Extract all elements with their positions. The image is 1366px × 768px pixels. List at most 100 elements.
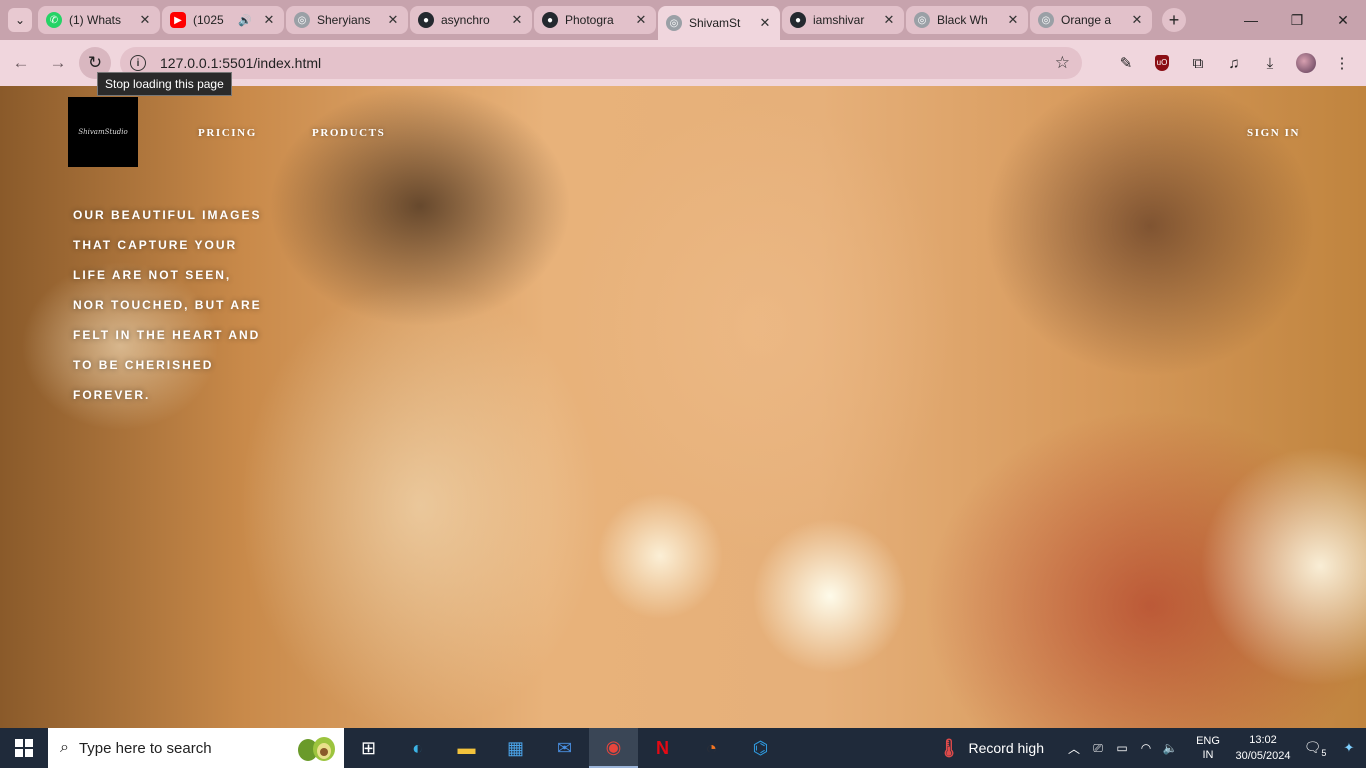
site-logo[interactable]: ShivamStudio — [68, 97, 138, 167]
tab-blackwhite[interactable]: ◎ Black Wh ✕ — [906, 6, 1028, 34]
speaker-icon[interactable]: 🔊 — [238, 14, 252, 27]
profile-avatar[interactable] — [1288, 47, 1324, 79]
hero-line: OUR BEAUTIFUL IMAGES — [73, 208, 262, 222]
tab-title: Sheryians — [317, 13, 371, 27]
media-control-icon[interactable]: ♫ — [1216, 47, 1252, 79]
close-icon[interactable]: ✕ — [882, 12, 896, 28]
search-icon: ⌕ — [60, 739, 69, 756]
new-tab-button[interactable]: + — [1162, 8, 1186, 32]
nav-products[interactable]: PRODUCTS — [312, 127, 385, 139]
minimize-button[interactable]: — — [1228, 0, 1274, 40]
tab-whatsapp[interactable]: ✆ (1) Whats ✕ — [38, 6, 160, 34]
chevron-down-icon: ⌄ — [14, 13, 26, 27]
weather-text: Record high — [968, 740, 1045, 756]
hero-line: FOREVER. — [73, 388, 151, 402]
tab-asynchro[interactable]: ● asynchro ✕ — [410, 6, 532, 34]
menu-icon[interactable]: ⋮ — [1324, 47, 1360, 79]
hero-tagline: OUR BEAUTIFUL IMAGES THAT CAPTURE YOUR L… — [73, 200, 273, 410]
site-info-icon[interactable]: i — [130, 55, 146, 71]
url-text[interactable]: 127.0.0.1:5501/index.html — [160, 55, 321, 71]
hero-line: TO BE CHERISHED — [73, 358, 214, 372]
arrow-left-icon: ← — [12, 53, 30, 72]
tab-photogra[interactable]: ● Photogra ✕ — [534, 6, 656, 34]
notification-count: 5 — [1321, 747, 1327, 758]
download-icon[interactable]: ⤓ — [1252, 47, 1288, 79]
tab-title: iamshivar — [813, 13, 865, 27]
tab-title: (1025 — [193, 13, 224, 27]
eyedropper-icon[interactable]: ✎ — [1108, 47, 1144, 79]
thermometer-icon: 🌡 — [937, 737, 961, 758]
tab-youtube[interactable]: ▶ (1025 🔊 ✕ — [162, 6, 284, 34]
language-indicator[interactable]: ENG IN — [1188, 734, 1228, 762]
start-button[interactable] — [0, 728, 48, 768]
camera-icon[interactable]: ⎚ — [1086, 741, 1110, 756]
netflix-icon[interactable]: N — [638, 728, 687, 768]
taskbar-search[interactable]: ⌕ Type here to search — [48, 728, 344, 768]
notification-button[interactable]: 🗨5 — [1298, 739, 1332, 758]
hero-line: FELT IN THE HEART AND — [73, 328, 261, 342]
nav-sign-in[interactable]: SIGN IN — [1247, 127, 1300, 139]
close-icon[interactable]: ✕ — [138, 12, 152, 28]
tab-search-button[interactable]: ⌄ — [8, 8, 32, 32]
tab-title: ShivamSt — [689, 16, 741, 30]
time: 13:02 — [1249, 734, 1277, 746]
globe-icon: ◎ — [1038, 12, 1054, 28]
crunchyroll-icon[interactable]: ◔ — [687, 728, 736, 768]
reload-icon: ↻ — [87, 53, 103, 72]
task-view-icon[interactable]: ⊞ — [344, 728, 393, 768]
reload-tooltip: Stop loading this page — [97, 72, 232, 96]
close-icon[interactable]: ✕ — [386, 12, 400, 28]
github-icon: ● — [418, 12, 434, 28]
github-icon: ● — [790, 12, 806, 28]
tab-title: Photogra — [565, 13, 614, 27]
hero-line: LIFE ARE NOT SEEN, — [73, 268, 232, 282]
close-icon[interactable]: ✕ — [758, 15, 772, 31]
search-placeholder: Type here to search — [78, 739, 212, 757]
file-explorer-icon[interactable]: ▬ — [442, 728, 491, 768]
date: 30/05/2024 — [1235, 750, 1291, 762]
battery-icon[interactable]: ▭ — [1110, 741, 1134, 755]
tab-iamshivam[interactable]: ● iamshivar ✕ — [782, 6, 904, 34]
windows-logo-icon — [15, 739, 33, 757]
vscode-icon[interactable]: ⌬ — [736, 728, 785, 768]
extensions-icon[interactable]: ⧉ — [1180, 47, 1216, 79]
copilot-icon[interactable]: ✦ — [1332, 740, 1366, 756]
hero-line: THAT CAPTURE YOUR — [73, 238, 238, 252]
window-controls: — ❐ ✕ — [1228, 0, 1366, 40]
weather-widget[interactable]: 🌡 Record high — [938, 738, 1044, 759]
nav-pricing[interactable]: PRICING — [198, 127, 257, 139]
tab-list: ✆ (1) Whats ✕ ▶ (1025 🔊 ✕ ◎ Sheryians ✕ … — [38, 0, 1186, 40]
tab-shivamstudio[interactable]: ◎ ShivamSt ✕ — [658, 6, 780, 40]
chrome-icon[interactable]: ◉ — [589, 728, 638, 768]
clock[interactable]: 13:02 30/05/2024 — [1228, 732, 1298, 764]
restore-button[interactable]: ❐ — [1274, 0, 1320, 40]
forward-button[interactable]: → — [42, 47, 74, 79]
github-icon: ● — [542, 12, 558, 28]
close-icon[interactable]: ✕ — [1130, 12, 1144, 28]
mail-icon[interactable]: ✉ — [540, 728, 589, 768]
windows-taskbar: ⌕ Type here to search ⊞ ◐ ▬ ▦ ✉ ◉ N ◔ ⌬ … — [0, 728, 1366, 768]
plus-icon: + — [1168, 9, 1180, 30]
close-icon[interactable]: ✕ — [1006, 12, 1020, 28]
taskbar-apps: ⊞ ◐ ▬ ▦ ✉ ◉ N ◔ ⌬ — [344, 728, 785, 768]
close-icon[interactable]: ✕ — [510, 12, 524, 28]
close-icon[interactable]: ✕ — [262, 12, 276, 28]
address-bar[interactable]: i 127.0.0.1:5501/index.html ☆ — [120, 47, 1082, 79]
wifi-icon[interactable]: ◠ — [1134, 741, 1158, 755]
ublock-icon[interactable]: uO — [1144, 47, 1180, 79]
whatsapp-icon: ✆ — [46, 12, 62, 28]
tab-title: Orange a — [1061, 13, 1112, 27]
bookmark-star-icon[interactable]: ☆ — [1055, 53, 1070, 73]
close-icon[interactable]: ✕ — [634, 12, 648, 28]
volume-icon[interactable]: 🔈 — [1158, 741, 1182, 755]
page-viewport: ShivamStudio PRICING PRODUCTS SIGN IN OU… — [0, 86, 1366, 728]
arrow-right-icon: → — [49, 53, 67, 72]
tab-orange[interactable]: ◎ Orange a ✕ — [1030, 6, 1152, 34]
edge-icon[interactable]: ◐ — [393, 728, 442, 768]
store-icon[interactable]: ▦ — [491, 728, 540, 768]
back-button[interactable]: ← — [5, 47, 37, 79]
chevron-up-icon[interactable]: ︿ — [1062, 740, 1086, 757]
tab-title: Black Wh — [937, 13, 988, 27]
close-window-button[interactable]: ✕ — [1320, 0, 1366, 40]
tab-sheryians[interactable]: ◎ Sheryians ✕ — [286, 6, 408, 34]
